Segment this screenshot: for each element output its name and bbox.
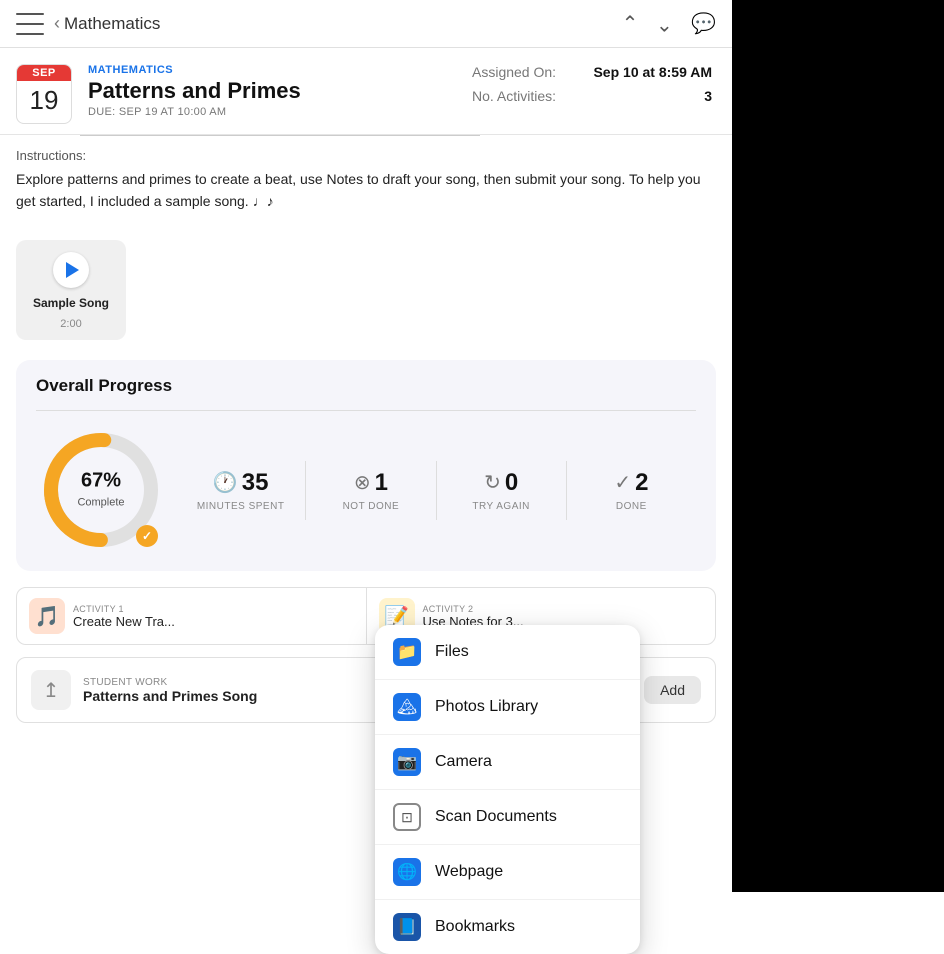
camera-label: Camera xyxy=(435,753,492,771)
clock-icon: 🕐 xyxy=(213,470,238,495)
calendar-day: 19 xyxy=(30,81,59,118)
play-triangle-icon xyxy=(66,262,79,278)
num-activities-label: No. Activities: xyxy=(472,88,556,104)
bookmarks-label: Bookmarks xyxy=(435,918,515,936)
try-again-icon: ↻ xyxy=(484,470,501,495)
donut-label: 67% Complete xyxy=(77,470,124,511)
minutes-value: 35 xyxy=(242,469,269,497)
black-panel xyxy=(732,0,944,892)
not-done-stat: ⊗ 1 NOT DONE xyxy=(306,461,436,520)
minutes-label: MINUTES SPENT xyxy=(197,501,285,512)
add-button[interactable]: Add xyxy=(644,676,701,704)
back-button[interactable]: ‹ Mathematics xyxy=(54,13,160,34)
not-done-label: NOT DONE xyxy=(343,501,400,512)
activity-1-icon: 🎵 xyxy=(29,598,65,634)
context-menu: 📁 Files 🏔 Photos Library 📷 Camera ⊡ Scan… xyxy=(375,625,640,954)
menu-item-scan[interactable]: ⊡ Scan Documents xyxy=(375,790,640,845)
activity-1-name: Create New Tra... xyxy=(73,614,175,629)
done-value: 2 xyxy=(635,469,648,497)
nav-title: Mathematics xyxy=(64,14,160,34)
webpage-label: Webpage xyxy=(435,863,503,881)
calendar-badge: SEP 19 xyxy=(16,64,72,124)
bookmarks-icon: 📘 xyxy=(393,913,421,941)
num-activities-value: 3 xyxy=(704,88,712,104)
try-again-value: 0 xyxy=(505,469,518,497)
assigned-on-row: Assigned On: Sep 10 at 8:59 AM xyxy=(472,64,712,80)
done-stat: ✓ 2 DONE xyxy=(567,461,696,520)
navigate-up-icon[interactable]: ⌃ xyxy=(622,11,639,36)
webpage-icon: 🌐 xyxy=(393,858,421,886)
minutes-spent-stat: 🕐 35 MINUTES SPENT xyxy=(176,461,306,520)
activity-1-number: ACTIVITY 1 xyxy=(73,604,175,614)
comment-icon[interactable]: 💬 xyxy=(691,11,716,36)
menu-item-files[interactable]: 📁 Files xyxy=(375,625,640,680)
files-label: Files xyxy=(435,643,469,661)
sidebar-toggle-button[interactable] xyxy=(16,13,44,35)
activity-2-number: ACTIVITY 2 xyxy=(423,604,524,614)
assigned-on-label: Assigned On: xyxy=(472,64,556,80)
due-date: DUE: SEP 19 AT 10:00 AM xyxy=(88,106,456,118)
instructions-label: Instructions: xyxy=(16,148,716,163)
done-icon: ✓ xyxy=(614,470,631,495)
not-done-value: 1 xyxy=(375,469,388,497)
assignment-title: Patterns and Primes xyxy=(88,78,456,104)
not-done-icon: ⊗ xyxy=(354,470,371,495)
photos-label: Photos Library xyxy=(435,698,538,716)
progress-stats: 67% Complete ✓ 🕐 35 MINUTES SPENT ⊗ xyxy=(36,425,696,555)
sample-song-card[interactable]: Sample Song 2:00 xyxy=(16,240,126,340)
instructions-text: Explore patterns and primes to create a … xyxy=(16,169,716,212)
stats-items: 🕐 35 MINUTES SPENT ⊗ 1 NOT DONE ↻ 0 xyxy=(176,461,696,520)
play-button[interactable] xyxy=(53,252,89,288)
subject-label: MATHEMATICS xyxy=(88,64,456,76)
try-again-stat: ↻ 0 TRY AGAIN xyxy=(437,461,567,520)
assignment-meta: Assigned On: Sep 10 at 8:59 AM No. Activ… xyxy=(472,64,712,124)
camera-icon: 📷 xyxy=(393,748,421,776)
progress-title: Overall Progress xyxy=(36,376,696,396)
activity-item-1[interactable]: 🎵 ACTIVITY 1 Create New Tra... xyxy=(17,588,367,644)
song-name: Sample Song xyxy=(33,296,109,310)
progress-donut: 67% Complete ✓ xyxy=(36,425,166,555)
menu-item-bookmarks[interactable]: 📘 Bookmarks xyxy=(375,900,640,954)
progress-section: Overall Progress 67% Complete ✓ xyxy=(16,360,716,571)
scan-icon: ⊡ xyxy=(393,803,421,831)
song-duration: 2:00 xyxy=(60,318,81,330)
scan-label: Scan Documents xyxy=(435,808,557,826)
assigned-on-value: Sep 10 at 8:59 AM xyxy=(593,64,712,80)
files-icon: 📁 xyxy=(393,638,421,666)
top-nav: ‹ Mathematics ⌃ ⌃ 💬 xyxy=(0,0,732,48)
navigate-down-icon[interactable]: ⌃ xyxy=(656,11,673,36)
menu-item-camera[interactable]: 📷 Camera xyxy=(375,735,640,790)
photos-icon: 🏔 xyxy=(393,693,421,721)
nav-actions: ⌃ ⌃ 💬 xyxy=(622,11,716,36)
main-content: ‹ Mathematics ⌃ ⌃ 💬 SEP 19 MATHEMATICS P… xyxy=(0,0,732,892)
menu-item-photos[interactable]: 🏔 Photos Library xyxy=(375,680,640,735)
assignment-header: SEP 19 MATHEMATICS Patterns and Primes D… xyxy=(0,48,732,135)
instructions-section: Instructions: Explore patterns and prime… xyxy=(0,136,732,228)
assignment-info: MATHEMATICS Patterns and Primes DUE: SEP… xyxy=(88,64,456,124)
progress-divider xyxy=(36,410,696,411)
donut-percent: 67% xyxy=(77,470,124,493)
calendar-month: SEP xyxy=(17,65,71,81)
num-activities-row: No. Activities: 3 xyxy=(472,88,712,104)
work-icon: ↥ xyxy=(31,670,71,710)
donut-complete-label: Complete xyxy=(77,497,124,509)
done-label: DONE xyxy=(616,501,647,512)
try-again-label: TRY AGAIN xyxy=(472,501,529,512)
back-chevron-icon: ‹ xyxy=(54,13,60,34)
